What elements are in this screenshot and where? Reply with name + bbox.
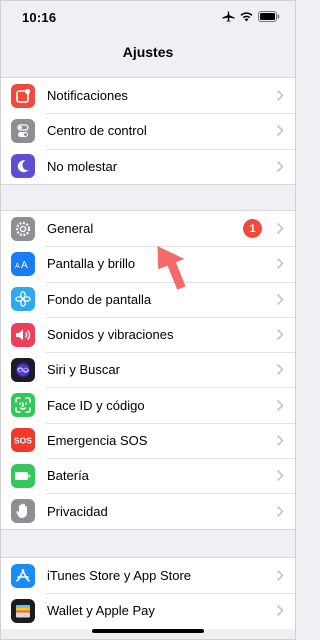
svg-text:A: A xyxy=(21,260,28,271)
sos-icon: SOS xyxy=(11,428,35,453)
chevron-right-icon xyxy=(276,605,284,617)
chevron-right-icon xyxy=(276,364,284,376)
row-label: Pantalla y brillo xyxy=(47,256,136,272)
chevron-right-icon xyxy=(276,90,284,102)
status-bar: 10:16 xyxy=(0,0,296,34)
chevron-right-icon xyxy=(276,223,284,235)
svg-text:A: A xyxy=(15,263,20,270)
face-id-icon xyxy=(11,393,35,418)
status-time: 10:16 xyxy=(22,10,57,25)
battery-status-icon xyxy=(258,11,280,22)
row-label: Privacidad xyxy=(47,503,108,519)
settings-row-emergencia-sos[interactable]: SOS Emergencia SOS xyxy=(0,422,296,458)
settings-row-no-molestar[interactable]: No molestar xyxy=(0,148,296,184)
chevron-right-icon xyxy=(276,258,284,270)
settings-group-3: iTunes Store y App Store Wallet y Apple … xyxy=(0,557,296,629)
speaker-icon xyxy=(11,322,35,347)
wallet-icon xyxy=(11,598,35,623)
row-label: Emergencia SOS xyxy=(47,432,148,448)
control-center-icon xyxy=(11,118,35,143)
row-label: iTunes Store y App Store xyxy=(47,568,192,584)
siri-icon xyxy=(11,357,35,382)
row-label: No molestar xyxy=(47,158,118,174)
settings-row-wallet-y-apple-pay[interactable]: Wallet y Apple Pay xyxy=(0,593,296,628)
row-label: Batería xyxy=(47,468,89,484)
moon-icon xyxy=(11,154,35,179)
wifi-icon xyxy=(240,11,253,22)
settings-row-notificaciones[interactable]: Notificaciones xyxy=(0,78,296,113)
row-label: Notificaciones xyxy=(47,88,128,104)
display-icon: AA xyxy=(11,251,35,276)
chevron-right-icon xyxy=(276,125,284,137)
chevron-right-icon xyxy=(276,328,284,341)
settings-row-pantalla-y-brillo[interactable]: AA Pantalla y brillo xyxy=(0,246,296,281)
chevron-right-icon xyxy=(276,293,284,305)
navigation-bar: Ajustes xyxy=(0,34,296,72)
settings-row-siri-y-buscar[interactable]: Siri y Buscar xyxy=(0,352,296,387)
hand-icon xyxy=(11,499,35,524)
chevron-right-icon xyxy=(276,434,284,446)
chevron-right-icon xyxy=(276,505,284,517)
notification-badge: 1 xyxy=(243,219,262,239)
settings-row-bateria[interactable]: Batería xyxy=(0,458,296,493)
chevron-right-icon xyxy=(276,470,284,482)
settings-row-fondo-de-pantalla[interactable]: Fondo de pantalla xyxy=(0,281,296,317)
row-label: Wallet y Apple Pay xyxy=(47,603,155,619)
settings-row-centro-de-control[interactable]: Centro de control xyxy=(0,113,296,148)
app-store-icon xyxy=(11,563,35,588)
svg-text:SOS: SOS xyxy=(14,436,32,446)
chevron-right-icon xyxy=(276,399,284,411)
row-label: Face ID y código xyxy=(47,397,145,413)
settings-row-itunes-store-y-app-store[interactable]: iTunes Store y App Store xyxy=(0,558,296,593)
row-label: Siri y Buscar xyxy=(47,362,120,378)
settings-row-general[interactable]: General 1 xyxy=(0,211,296,246)
row-label: Fondo de pantalla xyxy=(47,291,152,307)
settings-row-sonidos-y-vibraciones[interactable]: Sonidos y vibraciones xyxy=(0,316,296,352)
chevron-right-icon xyxy=(276,570,284,582)
battery-icon xyxy=(11,463,35,488)
airplane-icon xyxy=(222,11,235,22)
notifications-icon xyxy=(11,83,35,108)
row-label: Sonidos y vibraciones xyxy=(47,327,174,343)
chevron-right-icon xyxy=(276,160,284,172)
wallpaper-icon xyxy=(11,287,35,312)
settings-row-privacidad[interactable]: Privacidad xyxy=(0,493,296,528)
settings-group-1: Notificaciones Centro de control No mole… xyxy=(0,77,296,185)
settings-row-face-id-y-codigo[interactable]: Face ID y código xyxy=(0,387,296,422)
row-label: Centro de control xyxy=(47,123,147,139)
row-label: General xyxy=(47,221,94,237)
home-indicator[interactable] xyxy=(92,629,204,633)
settings-group-2: General 1 AA Pantalla y brillo Fondo de … xyxy=(0,210,296,530)
gear-icon xyxy=(11,216,35,241)
page-title: Ajustes xyxy=(122,44,174,60)
